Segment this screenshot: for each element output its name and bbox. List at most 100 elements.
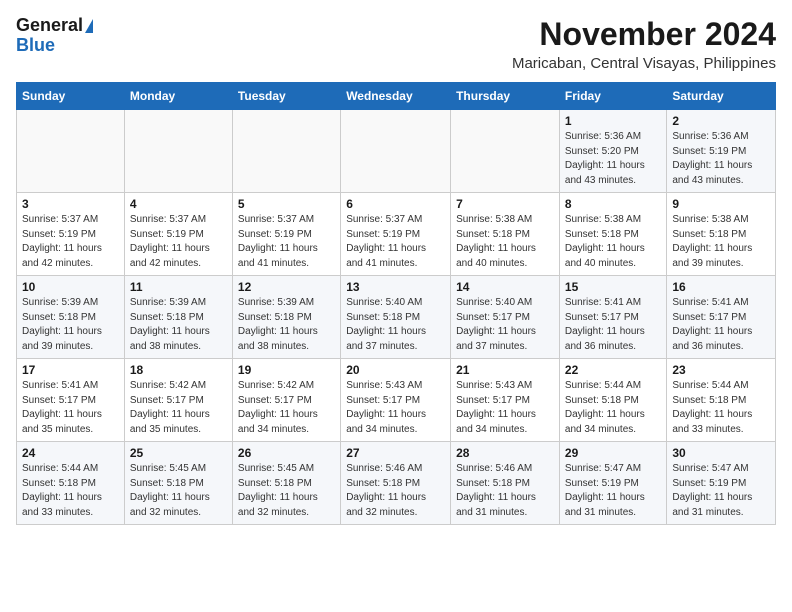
day-info: Sunrise: 5:41 AM Sunset: 5:17 PM Dayligh… [672,296,770,354]
month-title: November 2024 [512,16,776,53]
day-number: 14 [456,280,554,294]
calendar-cell: 22 Sunrise: 5:44 AM Sunset: 5:18 PM Dayli… [559,359,666,442]
calendar-week-5: 24 Sunrise: 5:44 AM Sunset: 5:18 PM Dayli… [17,442,776,525]
weekday-header-saturday: Saturday [667,83,776,110]
day-number: 1 [565,114,661,128]
day-info: Sunrise: 5:43 AM Sunset: 5:17 PM Dayligh… [456,379,554,437]
day-info: Sunrise: 5:40 AM Sunset: 5:18 PM Dayligh… [346,296,445,354]
day-number: 27 [346,446,445,460]
calendar-cell: 6Sunrise: 5:37 AM Sunset: 5:19 PM Daylig… [341,193,451,276]
location-title: Maricaban, Central Visayas, Philippines [512,55,776,72]
calendar-cell: 25 Sunrise: 5:45 AM Sunset: 5:18 PM Dayli… [124,442,232,525]
calendar-cell: 9 Sunrise: 5:38 AM Sunset: 5:18 PM Daylig… [667,193,776,276]
day-number: 10 [22,280,119,294]
calendar-cell: 12 Sunrise: 5:39 AM Sunset: 5:18 PM Dayli… [232,276,340,359]
day-number: 19 [238,363,335,377]
day-number: 15 [565,280,661,294]
weekday-header-row: SundayMondayTuesdayWednesdayThursdayFrid… [17,83,776,110]
calendar-cell: 11 Sunrise: 5:39 AM Sunset: 5:18 PM Dayli… [124,276,232,359]
day-info: Sunrise: 5:39 AM Sunset: 5:18 PM Dayligh… [238,296,335,354]
calendar-week-4: 17Sunrise: 5:41 AM Sunset: 5:17 PM Dayli… [17,359,776,442]
day-number: 4 [130,197,227,211]
calendar-cell: 27 Sunrise: 5:46 AM Sunset: 5:18 PM Dayli… [341,442,451,525]
day-number: 13 [346,280,445,294]
day-info: Sunrise: 5:38 AM Sunset: 5:18 PM Dayligh… [565,213,661,271]
calendar-cell: 30Sunrise: 5:47 AM Sunset: 5:19 PM Dayli… [667,442,776,525]
calendar-cell: 14 Sunrise: 5:40 AM Sunset: 5:17 PM Dayli… [451,276,560,359]
calendar-cell: 18 Sunrise: 5:42 AM Sunset: 5:17 PM Dayli… [124,359,232,442]
logo-text-general: General [16,16,93,36]
day-info: Sunrise: 5:42 AM Sunset: 5:17 PM Dayligh… [130,379,227,437]
day-info: Sunrise: 5:43 AM Sunset: 5:17 PM Dayligh… [346,379,445,437]
calendar-cell: 15 Sunrise: 5:41 AM Sunset: 5:17 PM Dayli… [559,276,666,359]
day-info: Sunrise: 5:44 AM Sunset: 5:18 PM Dayligh… [22,462,119,520]
day-info: Sunrise: 5:44 AM Sunset: 5:18 PM Dayligh… [672,379,770,437]
calendar-week-3: 10 Sunrise: 5:39 AM Sunset: 5:18 PM Dayli… [17,276,776,359]
calendar-table: SundayMondayTuesdayWednesdayThursdayFrid… [16,82,776,525]
day-number: 26 [238,446,335,460]
day-number: 7 [456,197,554,211]
logo: General Blue [16,16,93,56]
weekday-header-thursday: Thursday [451,83,560,110]
calendar-cell [124,110,232,193]
page-header: General Blue November 2024 Maricaban, Ce… [16,16,776,72]
calendar-cell: 20Sunrise: 5:43 AM Sunset: 5:17 PM Dayli… [341,359,451,442]
calendar-cell: 19 Sunrise: 5:42 AM Sunset: 5:17 PM Dayli… [232,359,340,442]
calendar-week-1: 1 Sunrise: 5:36 AM Sunset: 5:20 PM Daylig… [17,110,776,193]
day-info: Sunrise: 5:47 AM Sunset: 5:19 PM Dayligh… [565,462,661,520]
calendar-cell: 10 Sunrise: 5:39 AM Sunset: 5:18 PM Dayli… [17,276,125,359]
day-number: 18 [130,363,227,377]
day-number: 25 [130,446,227,460]
day-info: Sunrise: 5:37 AM Sunset: 5:19 PM Dayligh… [130,213,227,271]
day-number: 24 [22,446,119,460]
day-info: Sunrise: 5:36 AM Sunset: 5:20 PM Dayligh… [565,130,661,188]
weekday-header-friday: Friday [559,83,666,110]
calendar-cell [341,110,451,193]
weekday-header-monday: Monday [124,83,232,110]
calendar-cell: 8 Sunrise: 5:38 AM Sunset: 5:18 PM Daylig… [559,193,666,276]
logo-text-blue: Blue [16,36,55,56]
day-info: Sunrise: 5:45 AM Sunset: 5:18 PM Dayligh… [130,462,227,520]
calendar-cell: 3Sunrise: 5:37 AM Sunset: 5:19 PM Daylig… [17,193,125,276]
day-info: Sunrise: 5:40 AM Sunset: 5:17 PM Dayligh… [456,296,554,354]
day-info: Sunrise: 5:37 AM Sunset: 5:19 PM Dayligh… [238,213,335,271]
day-info: Sunrise: 5:39 AM Sunset: 5:18 PM Dayligh… [130,296,227,354]
day-number: 11 [130,280,227,294]
day-info: Sunrise: 5:37 AM Sunset: 5:19 PM Dayligh… [22,213,119,271]
calendar-cell: 4 Sunrise: 5:37 AM Sunset: 5:19 PM Daylig… [124,193,232,276]
title-block: November 2024 Maricaban, Central Visayas… [512,16,776,72]
day-number: 30 [672,446,770,460]
day-info: Sunrise: 5:46 AM Sunset: 5:18 PM Dayligh… [346,462,445,520]
calendar-cell: 23 Sunrise: 5:44 AM Sunset: 5:18 PM Dayli… [667,359,776,442]
day-number: 23 [672,363,770,377]
day-number: 29 [565,446,661,460]
day-number: 9 [672,197,770,211]
day-info: Sunrise: 5:39 AM Sunset: 5:18 PM Dayligh… [22,296,119,354]
day-number: 8 [565,197,661,211]
calendar-week-2: 3Sunrise: 5:37 AM Sunset: 5:19 PM Daylig… [17,193,776,276]
calendar-cell: 2Sunrise: 5:36 AM Sunset: 5:19 PM Daylig… [667,110,776,193]
day-info: Sunrise: 5:46 AM Sunset: 5:18 PM Dayligh… [456,462,554,520]
day-info: Sunrise: 5:42 AM Sunset: 5:17 PM Dayligh… [238,379,335,437]
calendar-cell: 7 Sunrise: 5:38 AM Sunset: 5:18 PM Daylig… [451,193,560,276]
day-info: Sunrise: 5:41 AM Sunset: 5:17 PM Dayligh… [565,296,661,354]
calendar-cell: 16 Sunrise: 5:41 AM Sunset: 5:17 PM Dayli… [667,276,776,359]
weekday-header-sunday: Sunday [17,83,125,110]
calendar-cell [17,110,125,193]
calendar-cell: 5Sunrise: 5:37 AM Sunset: 5:19 PM Daylig… [232,193,340,276]
day-info: Sunrise: 5:38 AM Sunset: 5:18 PM Dayligh… [456,213,554,271]
day-info: Sunrise: 5:38 AM Sunset: 5:18 PM Dayligh… [672,213,770,271]
calendar-cell: 26 Sunrise: 5:45 AM Sunset: 5:18 PM Dayli… [232,442,340,525]
day-info: Sunrise: 5:44 AM Sunset: 5:18 PM Dayligh… [565,379,661,437]
day-number: 22 [565,363,661,377]
calendar-cell: 28Sunrise: 5:46 AM Sunset: 5:18 PM Dayli… [451,442,560,525]
calendar-cell: 1 Sunrise: 5:36 AM Sunset: 5:20 PM Daylig… [559,110,666,193]
calendar-cell: 29 Sunrise: 5:47 AM Sunset: 5:19 PM Dayli… [559,442,666,525]
day-info: Sunrise: 5:45 AM Sunset: 5:18 PM Dayligh… [238,462,335,520]
day-number: 21 [456,363,554,377]
calendar-cell: 17Sunrise: 5:41 AM Sunset: 5:17 PM Dayli… [17,359,125,442]
day-number: 12 [238,280,335,294]
day-number: 17 [22,363,119,377]
day-number: 2 [672,114,770,128]
day-number: 16 [672,280,770,294]
